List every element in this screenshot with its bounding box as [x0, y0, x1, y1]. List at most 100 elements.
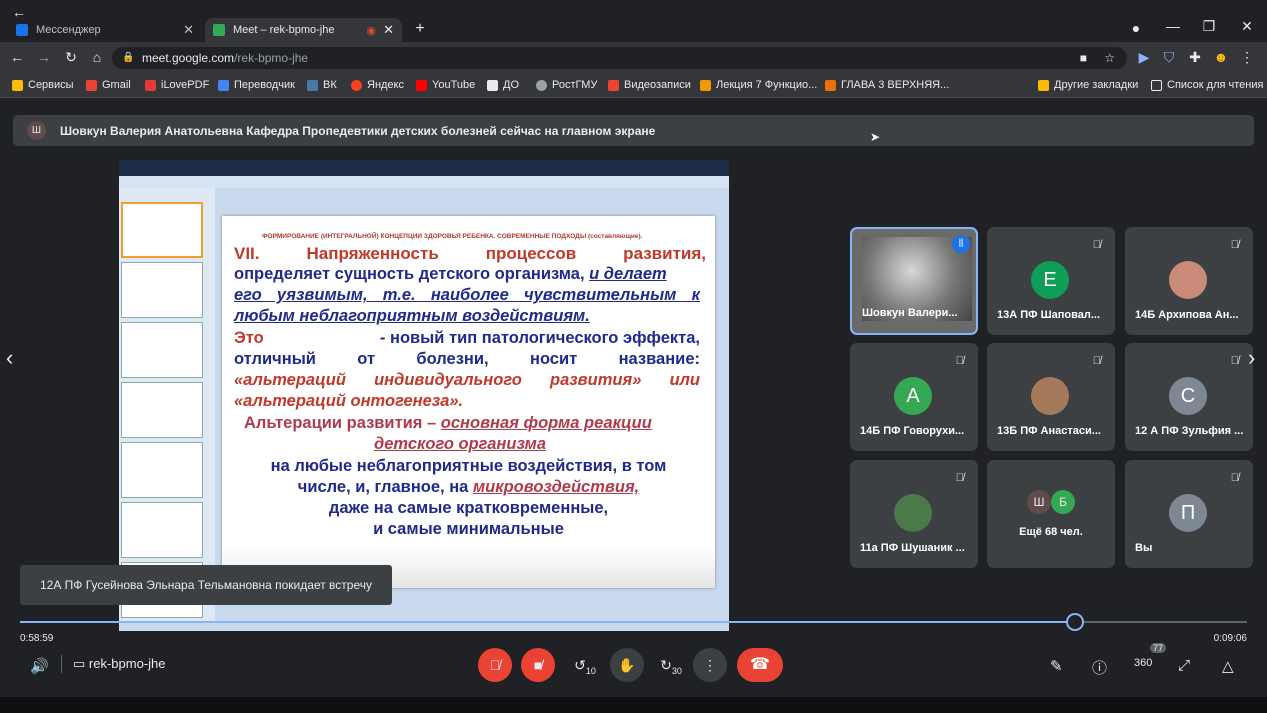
bookmark-star-icon[interactable]: ☆	[1104, 47, 1115, 69]
bookmark-label: Видеозаписи	[624, 79, 691, 91]
reload-icon[interactable]: ↻	[62, 49, 80, 66]
document-icon	[700, 79, 711, 91]
forward-icon[interactable]: →	[35, 49, 53, 65]
raise-hand-icon[interactable]: ✋	[610, 648, 644, 682]
avatar-photo	[1031, 377, 1069, 415]
bookmark-rostgmu[interactable]: РостГМУ	[536, 79, 597, 91]
bookmark-chapter[interactable]: ГЛАВА 3 ВЕРХНЯЯ...	[825, 79, 949, 91]
participant-tile[interactable]: 🎙̸ 14Б Архипова Ан...	[1125, 227, 1253, 335]
url-domain: meet.google.com	[142, 51, 235, 65]
bookmark-label: ГЛАВА 3 ВЕРХНЯЯ...	[841, 79, 950, 91]
back-icon[interactable]: ←	[8, 49, 26, 65]
captions-icon[interactable]: ▭	[73, 656, 89, 671]
close-icon[interactable]: ✕	[183, 22, 194, 38]
extensions-icon[interactable]: ✚	[1186, 49, 1204, 66]
mic-off-icon: 🎙̸	[1092, 355, 1101, 367]
profile-dropdown-icon[interactable]: ●	[1127, 20, 1145, 36]
folder-icon	[1038, 79, 1049, 91]
self-tile[interactable]: 🎙̸ П Вы	[1125, 460, 1253, 568]
banner-text: Шовкун Валерия Анатольевна Кафедра Пропе…	[60, 123, 656, 138]
reading-list[interactable]: Список для чтения	[1151, 79, 1263, 91]
camera-icon[interactable]: ■	[1080, 47, 1087, 69]
tab-meet[interactable]: Meet – rek-bpmo-jhe ◉ ✕	[205, 18, 402, 42]
slide-text: основная форма реакции	[440, 414, 652, 432]
meeting-code: ▭ rek-bpmo-jhe	[73, 656, 166, 672]
close-icon[interactable]: ✕	[383, 22, 394, 38]
video-progress-bar[interactable]	[20, 613, 1247, 631]
minimize-icon[interactable]: —	[1164, 18, 1182, 34]
bookmark-label: РостГМУ	[552, 79, 598, 91]
rewind-button[interactable]: ↺10	[568, 648, 602, 682]
bookmark-services[interactable]: Сервисы	[12, 79, 74, 91]
bookmark-label: Переводчик	[234, 79, 295, 91]
new-tab-icon[interactable]: +	[411, 20, 429, 38]
slide-thumbnails	[119, 188, 215, 621]
bookmark-videos[interactable]: Видеозаписи	[608, 79, 691, 91]
pen-icon[interactable]: ✎	[1050, 657, 1063, 675]
more-options-icon[interactable]: ⋮	[693, 648, 727, 682]
slide: ФОРМИРОВАНИЕ (ИНТЕГРАЛЬНОЙ) КОНЦЕПЦИИ ЗД…	[222, 216, 715, 588]
mic-off-icon: 🎙̸	[955, 472, 964, 484]
bookmark-gmail[interactable]: Gmail	[86, 79, 131, 91]
bookmark-label: iLovePDF	[161, 79, 210, 91]
window-close-icon[interactable]: ✕	[1238, 18, 1256, 35]
bookmark-ilovepdf[interactable]: iLovePDF	[145, 79, 209, 91]
forward-button[interactable]: ↻30	[654, 648, 688, 682]
messenger-icon	[16, 24, 28, 36]
yandex-icon	[351, 79, 362, 91]
bookmark-label: Список для чтения	[1167, 79, 1264, 91]
prev-page-icon[interactable]: ‹	[6, 345, 13, 371]
participant-tile[interactable]: 🎙̸ 13Б ПФ Анастаси...	[987, 343, 1115, 451]
bookmark-lecture[interactable]: Лекция 7 Функцио...	[700, 79, 817, 91]
info-icon[interactable]: ⓘ	[1092, 657, 1107, 678]
maximize-icon[interactable]: ❐	[1200, 18, 1218, 35]
progress-fill	[20, 621, 1076, 623]
speed-icon[interactable]: 360	[1134, 657, 1152, 669]
volume-icon[interactable]: 🔊	[30, 657, 49, 675]
avatar: C	[1169, 377, 1207, 415]
bookmark-vk[interactable]: ВК	[307, 79, 337, 91]
participant-name: 13Б ПФ Анастаси...	[997, 425, 1101, 437]
avatar-photo	[894, 494, 932, 532]
mic-off-icon: 🎙̸	[1092, 239, 1101, 251]
avatar-icon[interactable]: ☻	[1212, 49, 1230, 65]
participant-tile[interactable]: 🎙̸ 11а ПФ Шушаник ...	[850, 460, 978, 568]
bottom-strip	[0, 697, 1267, 713]
translate-icon	[218, 79, 229, 91]
bookmark-yandex[interactable]: Яндекс	[351, 79, 404, 91]
slide-thumbnail	[121, 202, 203, 258]
participant-tile[interactable]: 🎙̸ C 12 А ПФ Зульфия ...	[1125, 343, 1253, 451]
gmail-icon	[86, 79, 97, 91]
participant-tile[interactable]: ⦀ Шовкун Валери...	[850, 227, 978, 335]
participant-name: 13А ПФ Шаповал...	[997, 309, 1101, 321]
participant-tile[interactable]: 🎙̸ A 14Б ПФ Говорухи...	[850, 343, 978, 451]
camera-toggle-button[interactable]: ■̸	[521, 648, 555, 682]
bookmark-other[interactable]: Другие закладки	[1038, 79, 1138, 91]
total-time: 0:09:06	[1213, 633, 1247, 644]
home-icon[interactable]: ⌂	[88, 49, 106, 65]
bookmark-do[interactable]: ДО	[487, 79, 519, 91]
slide-line: определяет сущность детского организма, …	[234, 265, 667, 284]
slide-text: Это	[234, 329, 264, 347]
bookmark-youtube[interactable]: YouTube	[416, 79, 475, 91]
bookmark-translator[interactable]: Переводчик	[218, 79, 295, 91]
shield-icon[interactable]: ⛉	[1160, 49, 1178, 66]
mic-toggle-button[interactable]: 🎙̸	[478, 648, 512, 682]
activities-icon[interactable]: ⤢	[1178, 657, 1190, 674]
more-participants-tile[interactable]: Ш Б Ещё 68 чел.	[987, 460, 1115, 568]
menu-icon[interactable]: ⋮	[1238, 49, 1256, 66]
address-bar[interactable]: 🔒 meet.google.com/rek-bpmo-jhe ■ ☆	[112, 47, 1127, 69]
slide-text: микровоздействия,	[472, 478, 640, 496]
speaking-indicator-icon: ⦀	[952, 235, 970, 253]
avatar-photo	[1169, 261, 1207, 299]
slide-text: Альтерации развития –	[244, 414, 437, 432]
extension-play-icon[interactable]: ▶	[1135, 49, 1153, 66]
participant-tile[interactable]: 🎙̸ E 13А ПФ Шаповал...	[987, 227, 1115, 335]
next-page-icon[interactable]: ›	[1248, 345, 1255, 371]
leave-call-button[interactable]: ☎	[737, 648, 783, 682]
shapes-icon[interactable]: △	[1222, 657, 1234, 675]
tab-messenger[interactable]: Мессенджер ✕	[8, 18, 202, 42]
slide-line: любым неблагоприятным воздействиям.	[234, 307, 590, 325]
progress-knob[interactable]	[1066, 613, 1085, 631]
participant-name: Шовкун Валери...	[862, 307, 958, 319]
